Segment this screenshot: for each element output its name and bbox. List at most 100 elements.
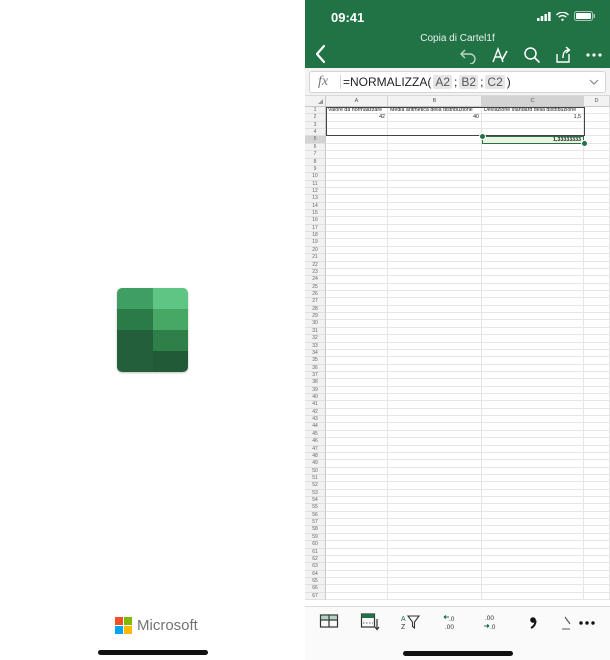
row-header-40[interactable]: 40 [305, 394, 326, 402]
row-header-17[interactable]: 17 [305, 224, 326, 233]
cell-a16[interactable] [326, 217, 388, 225]
cell-c65[interactable] [482, 578, 584, 586]
cell-b55[interactable] [388, 504, 482, 512]
row-header-33[interactable]: 33 [305, 342, 326, 350]
cell-d24[interactable] [584, 276, 610, 284]
row-header-30[interactable]: 30 [305, 320, 326, 328]
cell-c33[interactable] [482, 342, 584, 350]
cell-d44[interactable] [584, 423, 610, 431]
cell-a15[interactable] [326, 210, 388, 218]
cell-d22[interactable] [584, 261, 610, 269]
row-header-61[interactable]: 61 [305, 548, 326, 556]
cell-c40[interactable] [482, 394, 584, 402]
cell-b35[interactable] [388, 357, 482, 365]
cell-d7[interactable] [584, 151, 610, 159]
cell-b61[interactable] [388, 548, 482, 556]
row-header-3[interactable]: 3 [305, 121, 326, 130]
chevron-down-icon[interactable] [589, 77, 599, 87]
cell-a58[interactable] [326, 526, 388, 534]
cell-d30[interactable] [584, 320, 610, 328]
row-header-4[interactable]: 4 [305, 129, 326, 137]
select-all-corner[interactable] [305, 96, 326, 107]
row-header-53[interactable]: 53 [305, 489, 326, 498]
row-header-34[interactable]: 34 [305, 349, 326, 358]
row-header-43[interactable]: 43 [305, 416, 326, 424]
row-header-44[interactable]: 44 [305, 423, 326, 431]
row-header-20[interactable]: 20 [305, 246, 326, 255]
row-header-46[interactable]: 46 [305, 438, 326, 446]
document-title[interactable]: Copia di Cartel1f [305, 33, 610, 44]
cell-c1[interactable]: Deviazione standard della distribuzione [482, 107, 584, 115]
cell-b63[interactable] [388, 563, 482, 571]
home-indicator[interactable] [98, 650, 208, 655]
row-header-42[interactable]: 42 [305, 408, 326, 417]
cell-d10[interactable] [584, 173, 610, 181]
chevron-left-icon[interactable] [313, 44, 329, 64]
cell-c16[interactable] [482, 217, 584, 225]
cell-d53[interactable] [584, 489, 610, 498]
cell-d62[interactable] [584, 555, 610, 564]
row-header-67[interactable]: 67 [305, 592, 326, 601]
cell-c7[interactable] [482, 151, 584, 159]
cell-c50[interactable] [482, 467, 584, 475]
row-header-2[interactable]: 2 [305, 114, 326, 122]
cell-c24[interactable] [482, 276, 584, 284]
cell-c41[interactable] [482, 401, 584, 409]
cell-d54[interactable] [584, 497, 610, 505]
cell-b21[interactable] [388, 254, 482, 262]
cell-d43[interactable] [584, 416, 610, 424]
cell-b47[interactable] [388, 445, 482, 453]
row-header-36[interactable]: 36 [305, 364, 326, 372]
row-header-1[interactable]: 1 [305, 107, 326, 115]
cell-d60[interactable] [584, 541, 610, 549]
cell-b7[interactable] [388, 151, 482, 159]
cell-b37[interactable] [388, 371, 482, 380]
cell-a19[interactable] [326, 239, 388, 247]
cell-d15[interactable] [584, 210, 610, 218]
cell-a10[interactable] [326, 173, 388, 181]
cell-c22[interactable] [482, 261, 584, 269]
column-header-c[interactable]: C [482, 96, 584, 107]
cell-d33[interactable] [584, 342, 610, 350]
cell-d26[interactable] [584, 290, 610, 299]
cell-b42[interactable] [388, 408, 482, 417]
cell-c30[interactable] [482, 320, 584, 328]
cell-c20[interactable] [482, 246, 584, 255]
cell-a48[interactable] [326, 452, 388, 461]
row-header-55[interactable]: 55 [305, 504, 326, 512]
cell-a61[interactable] [326, 548, 388, 556]
cell-d42[interactable] [584, 408, 610, 417]
cell-a4[interactable] [326, 129, 388, 137]
row-header-59[interactable]: 59 [305, 533, 326, 542]
cell-d18[interactable] [584, 232, 610, 240]
row-header-26[interactable]: 26 [305, 290, 326, 299]
cell-d12[interactable] [584, 187, 610, 196]
cell-d51[interactable] [584, 474, 610, 483]
cell-a57[interactable] [326, 519, 388, 527]
cell-c48[interactable] [482, 452, 584, 461]
cell-a21[interactable] [326, 254, 388, 262]
cell-d6[interactable] [584, 143, 610, 152]
cell-c15[interactable] [482, 210, 584, 218]
spreadsheet-grid[interactable]: A B C D 1 Valore da normalizzare Media ari… [305, 96, 610, 606]
cell-c21[interactable] [482, 254, 584, 262]
row-header-8[interactable]: 8 [305, 158, 326, 166]
cell-d57[interactable] [584, 519, 610, 527]
cell-a25[interactable] [326, 283, 388, 291]
cell-b67[interactable] [388, 592, 482, 601]
comma-style-icon[interactable] [523, 613, 543, 631]
cell-b2[interactable]: 40 [388, 114, 482, 122]
cell-a60[interactable] [326, 541, 388, 549]
row-header-23[interactable]: 23 [305, 268, 326, 277]
cell-d45[interactable] [584, 430, 610, 439]
sort-filter-icon[interactable]: AZ [401, 613, 421, 631]
row-header-54[interactable]: 54 [305, 497, 326, 505]
cell-d39[interactable] [584, 386, 610, 395]
cell-b57[interactable] [388, 519, 482, 527]
row-header-50[interactable]: 50 [305, 467, 326, 475]
cell-a43[interactable] [326, 416, 388, 424]
cell-c23[interactable] [482, 268, 584, 277]
cell-d17[interactable] [584, 224, 610, 233]
cell-a52[interactable] [326, 482, 388, 490]
cell-a3[interactable] [326, 121, 388, 130]
